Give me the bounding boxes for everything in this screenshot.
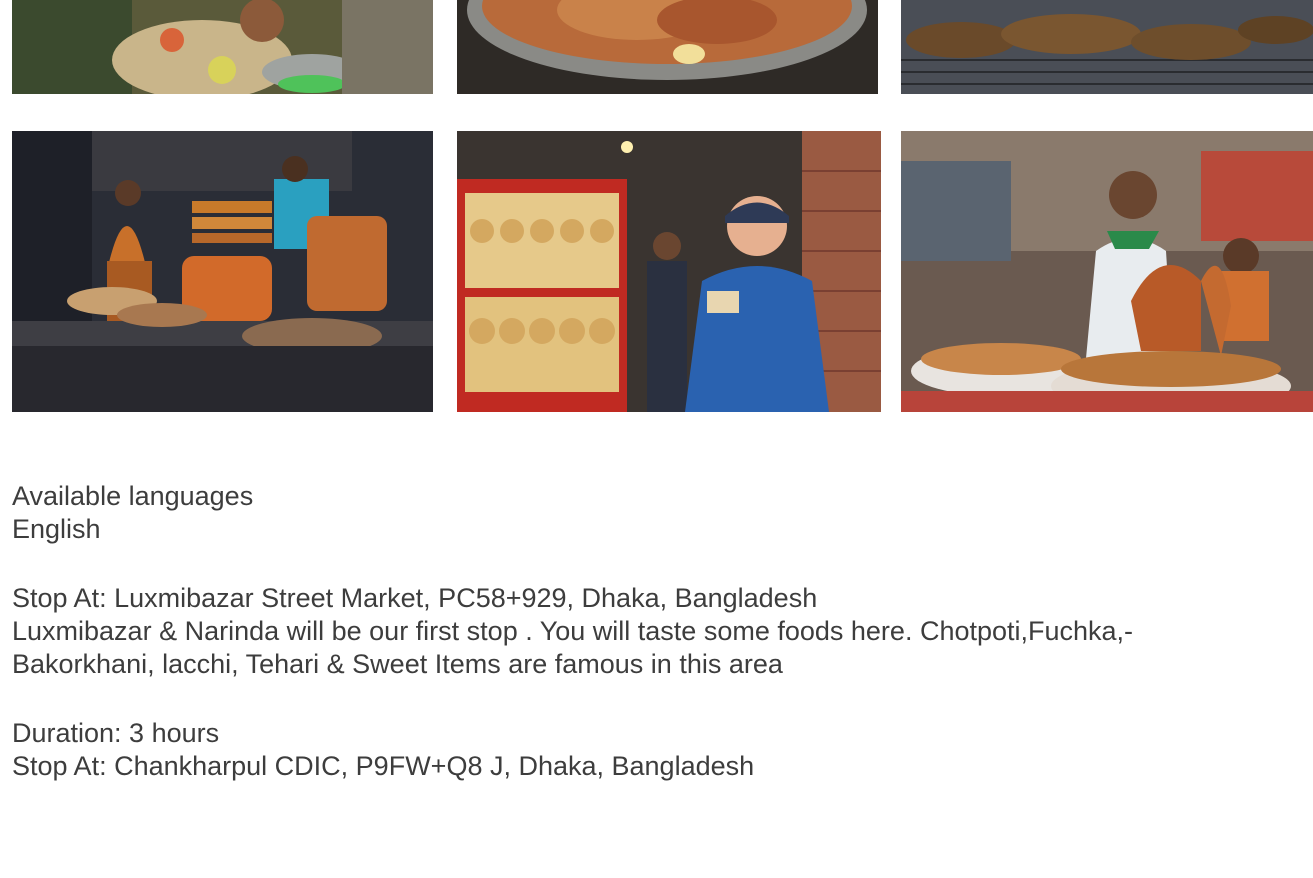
gallery-photo-kebab-grill[interactable] — [901, 0, 1313, 94]
stop-1-description-line-2: Bakorkhani, lacchi, Tehari & Sweet Items… — [12, 649, 783, 679]
stop-2-heading: Stop At: Chankharpul CDIC, P9FW+Q8 J, Dh… — [12, 751, 755, 781]
stop-1-heading: Stop At: Luxmibazar Street Market, PC58+… — [12, 583, 818, 613]
languages-value: English — [12, 514, 101, 544]
gallery-photo-market-vendor[interactable] — [12, 0, 433, 94]
photo-gallery — [12, 0, 1313, 412]
stop-1-description: Luxmibazar & Narinda will be our first s… — [12, 615, 1308, 681]
gallery-photo-roast-chicken-stall[interactable] — [901, 131, 1313, 412]
gallery-photo-bakorkhani-shop[interactable] — [457, 131, 881, 412]
gallery-photo-sweets-stall[interactable] — [12, 131, 433, 412]
stop-1-duration: Duration: 3 hours — [12, 718, 220, 748]
languages-label: Available languages — [12, 481, 254, 511]
tour-details: Available languages English Stop At: Lux… — [12, 480, 1308, 783]
available-languages: Available languages English — [12, 480, 1308, 546]
gallery-photo-tehari-platter[interactable] — [457, 0, 878, 94]
stop-1-description-line-1: Luxmibazar & Narinda will be our first s… — [12, 616, 1134, 646]
